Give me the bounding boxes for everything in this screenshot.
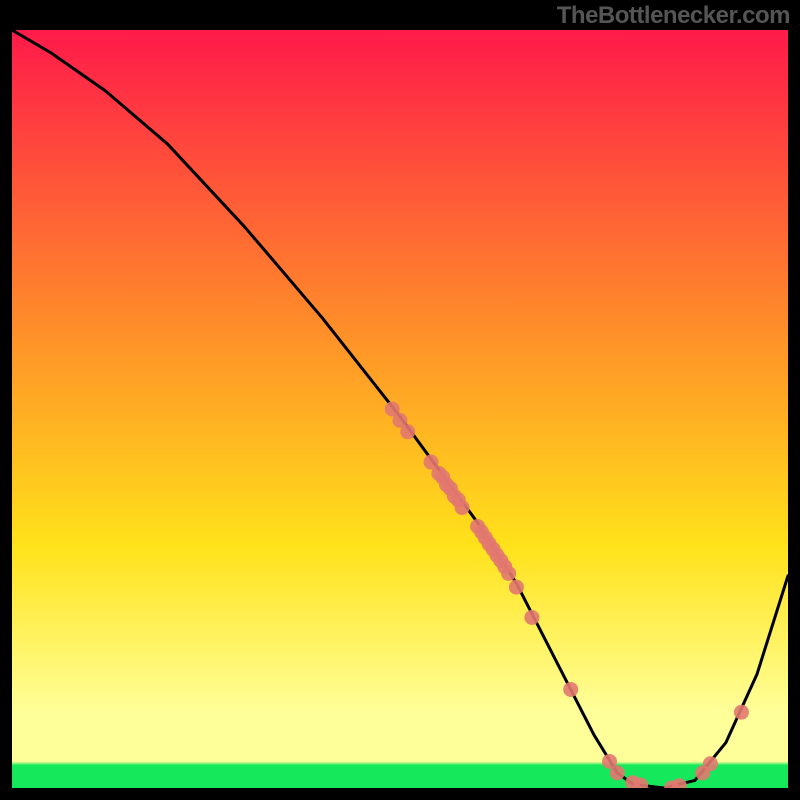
- data-point: [455, 500, 470, 515]
- chart-svg: [12, 30, 788, 788]
- gradient-bg: [12, 30, 788, 788]
- data-point: [400, 424, 415, 439]
- data-point: [734, 705, 749, 720]
- chart-frame: TheBottlenecker.com: [0, 0, 800, 800]
- data-point: [501, 566, 516, 581]
- data-point: [610, 765, 625, 780]
- chart-plot: [12, 30, 788, 788]
- data-point: [563, 682, 578, 697]
- attribution-label: TheBottlenecker.com: [557, 2, 790, 30]
- data-point: [509, 580, 524, 595]
- data-point: [524, 610, 539, 625]
- data-point: [703, 756, 718, 771]
